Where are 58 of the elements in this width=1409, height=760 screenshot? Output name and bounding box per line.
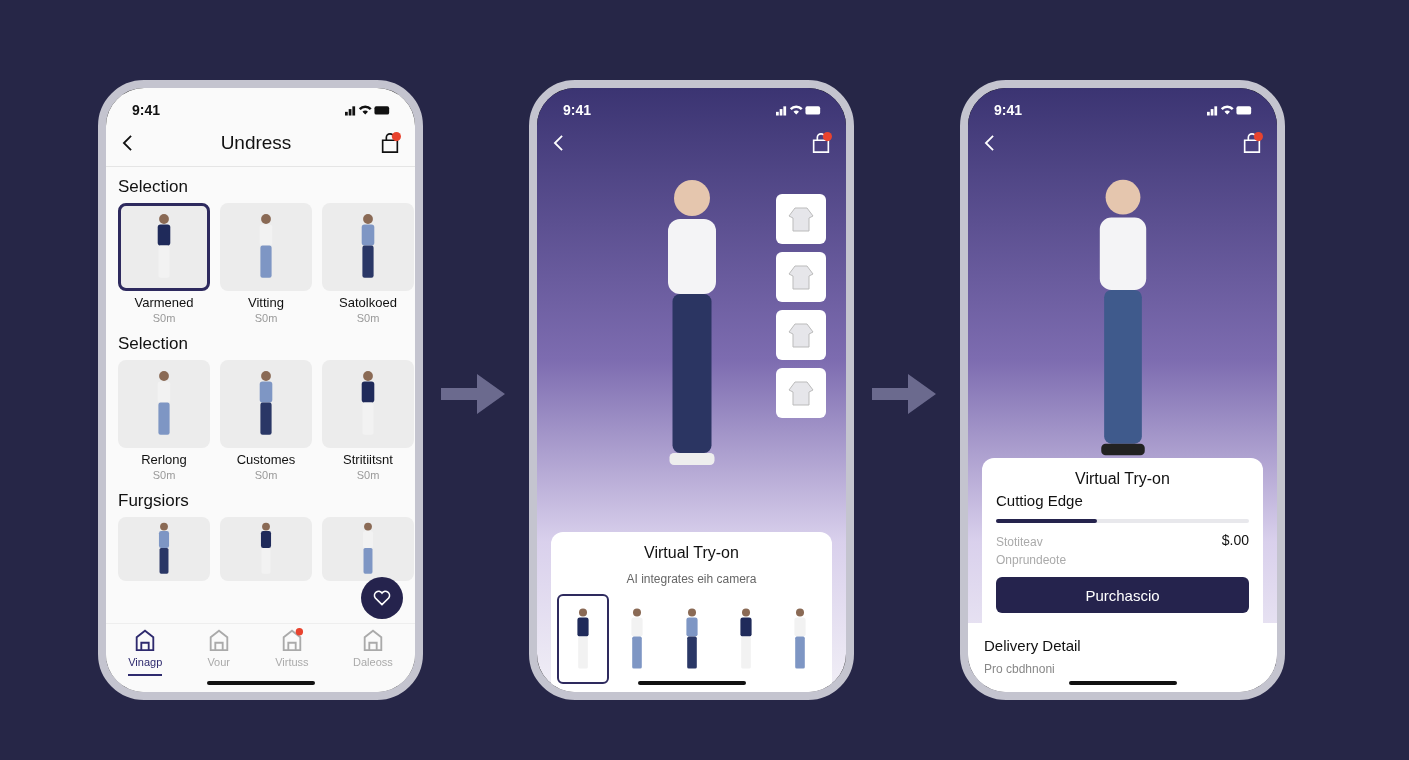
tab-item[interactable]: Vinagp bbox=[128, 628, 163, 676]
delivery-title: Delivery Detail bbox=[984, 637, 1082, 654]
shopping-bag-icon[interactable] bbox=[810, 132, 832, 154]
back-icon[interactable] bbox=[122, 134, 133, 152]
product-name: Customes bbox=[235, 452, 297, 467]
card-subtitle: AI integrates eih camera bbox=[625, 572, 758, 586]
product-card[interactable] bbox=[322, 360, 414, 448]
slider-label: Cuttiog Edge bbox=[996, 492, 1084, 509]
product-card[interactable] bbox=[220, 517, 312, 581]
product-price: S0m bbox=[355, 312, 381, 324]
summary-label: Stotiteav bbox=[996, 535, 1043, 549]
shopping-bag-icon[interactable] bbox=[1241, 132, 1263, 154]
shirt-icon bbox=[786, 262, 816, 292]
garment-thumbnail[interactable] bbox=[776, 310, 826, 360]
section-title: Furgsiors bbox=[118, 491, 190, 511]
tab-item[interactable]: Vour bbox=[206, 628, 231, 676]
card-title: Virtual Try-on bbox=[643, 544, 740, 562]
section-title: Selection bbox=[118, 177, 189, 197]
product-name: Vitting bbox=[247, 295, 285, 310]
shirt-icon bbox=[786, 378, 816, 408]
garment-thumbnail[interactable] bbox=[776, 194, 826, 244]
status-time: 9:41 bbox=[563, 102, 592, 118]
shirt-icon bbox=[786, 320, 816, 350]
product-name: Satolkoed bbox=[338, 295, 398, 310]
purchase-button[interactable]: Purchascio bbox=[996, 577, 1249, 613]
status-time: 9:41 bbox=[994, 102, 1023, 118]
section-title: Selection bbox=[118, 334, 189, 354]
product-price: S0m bbox=[355, 469, 381, 481]
slider-track[interactable] bbox=[996, 519, 1249, 523]
product-price: S0m bbox=[253, 312, 279, 324]
product-card[interactable] bbox=[322, 203, 414, 291]
product-price: S0m bbox=[151, 312, 177, 324]
tab-item[interactable]: Daleoss bbox=[353, 628, 393, 676]
status-icons bbox=[345, 104, 391, 116]
summary-text: Onprundeote bbox=[996, 553, 1068, 567]
heart-icon bbox=[372, 588, 392, 608]
price-text: $.00 bbox=[1221, 532, 1249, 548]
garment-thumbnail[interactable] bbox=[776, 368, 826, 418]
shirt-icon bbox=[786, 204, 816, 234]
screen-title: Undress bbox=[220, 132, 292, 154]
product-price: S0m bbox=[253, 469, 279, 481]
status-time: 9:41 bbox=[132, 102, 161, 118]
product-name: Stritiitsnt bbox=[342, 452, 394, 467]
avatar-option[interactable] bbox=[557, 594, 609, 684]
status-icons bbox=[1207, 104, 1253, 116]
product-name: Varmened bbox=[133, 295, 195, 310]
delivery-text: Pro cbdhnoni bbox=[984, 662, 1056, 676]
status-icons bbox=[776, 104, 822, 116]
product-card[interactable] bbox=[118, 517, 210, 581]
favorite-button[interactable] bbox=[361, 577, 403, 619]
product-price: S0m bbox=[151, 469, 177, 481]
card-title: Virtual Try-on bbox=[1074, 470, 1171, 488]
product-name: Rerlong bbox=[140, 452, 188, 467]
tab-item[interactable]: Virtuss bbox=[275, 628, 309, 676]
product-card[interactable] bbox=[118, 203, 210, 291]
garment-thumbnail[interactable] bbox=[776, 252, 826, 302]
shopping-bag-icon[interactable] bbox=[379, 132, 401, 154]
product-card[interactable] bbox=[220, 360, 312, 448]
